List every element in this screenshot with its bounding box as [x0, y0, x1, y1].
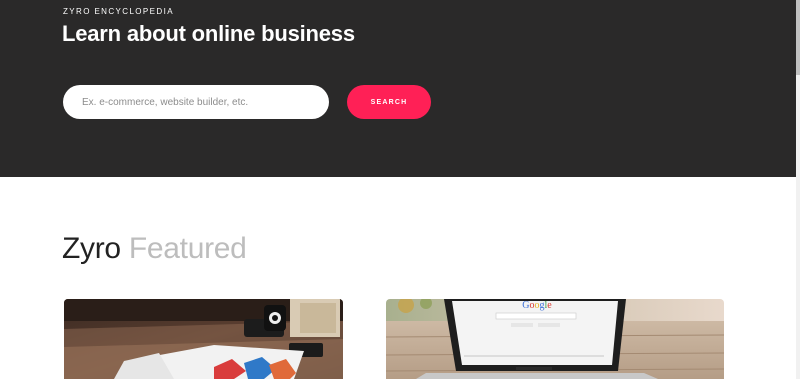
featured-section-title: Zyro Featured — [62, 232, 247, 266]
search-button[interactable]: SEARCH — [347, 85, 431, 119]
featured-title-accent: Featured — [128, 232, 247, 265]
featured-title-main: Zyro — [62, 232, 121, 265]
laptop-photo: Google — [386, 299, 724, 379]
google-logo-text: Google — [522, 300, 552, 311]
hero-banner: ZYRO ENCYCLOPEDIA Learn about online bus… — [0, 0, 796, 177]
hero-title: Learn about online business — [62, 21, 355, 46]
featured-article-card[interactable] — [64, 299, 343, 379]
hero-eyebrow: ZYRO ENCYCLOPEDIA — [63, 7, 174, 16]
t-shirt-photo — [64, 299, 343, 379]
search-input[interactable] — [63, 85, 329, 119]
featured-article-card[interactable]: Google — [386, 299, 724, 379]
scrollbar-thumb[interactable] — [796, 0, 800, 75]
